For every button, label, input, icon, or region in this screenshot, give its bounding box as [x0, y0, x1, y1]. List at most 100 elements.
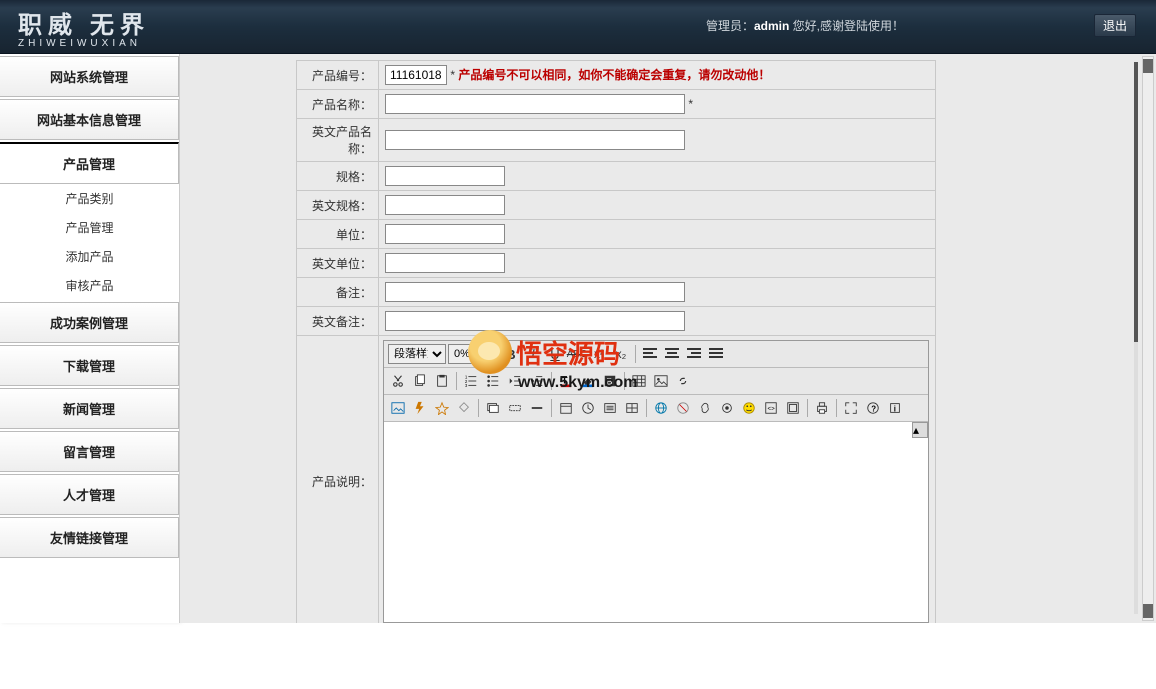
insert-table-button[interactable]: [629, 371, 649, 391]
sidebar: 网站系统管理 网站基本信息管理 产品管理 产品类别 产品管理 添加产品 审核产品…: [0, 54, 180, 623]
print-icon[interactable]: [812, 398, 832, 418]
input-product-no[interactable]: [385, 65, 447, 85]
sidebar-item-news[interactable]: 新闻管理: [0, 388, 179, 429]
anchor-icon[interactable]: [454, 398, 474, 418]
content-spacer: [180, 54, 296, 623]
label-en-spec: 英文规格：: [297, 191, 379, 220]
submenu-product-add[interactable]: 添加产品: [0, 242, 179, 271]
label-product-name: 产品名称：: [297, 90, 379, 119]
editor-zoom-select[interactable]: 0%: [448, 344, 492, 364]
layer-icon[interactable]: [483, 398, 503, 418]
sidebar-item-message[interactable]: 留言管理: [0, 431, 179, 472]
align-center-button[interactable]: [662, 344, 682, 364]
submenu-product-audit[interactable]: 审核产品: [0, 271, 179, 300]
smiley-icon[interactable]: [739, 398, 759, 418]
input-en-spec[interactable]: [385, 195, 505, 215]
input-en-unit[interactable]: [385, 253, 505, 273]
ordered-list-button[interactable]: 123: [461, 371, 481, 391]
label-desc: 产品说明：: [297, 336, 379, 624]
input-unit[interactable]: [385, 224, 505, 244]
submenu-product-category[interactable]: 产品类别: [0, 184, 179, 213]
svg-text:i: i: [894, 405, 896, 414]
web-icon[interactable]: [651, 398, 671, 418]
insert-image-button[interactable]: [651, 371, 671, 391]
about-icon[interactable]: i: [885, 398, 905, 418]
sidebar-item-system[interactable]: 网站系统管理: [0, 56, 179, 97]
content: 产品编号： * 产品编号不可以相同，如你不能确定会重复，请勿改动他！ 产品名称：…: [296, 54, 1156, 623]
align-left-button[interactable]: [640, 344, 660, 364]
italic-button[interactable]: I: [523, 344, 543, 364]
emoticon-icon[interactable]: [622, 398, 642, 418]
media-icon[interactable]: [432, 398, 452, 418]
label-en-remark: 英文备注：: [297, 307, 379, 336]
editor-toolbar-1: 段落样式 0% B I U ABC x² x₂: [384, 341, 928, 368]
superscript-button[interactable]: x²: [589, 344, 609, 364]
paste-button[interactable]: [432, 371, 452, 391]
time-icon[interactable]: [578, 398, 598, 418]
help-icon[interactable]: ?: [863, 398, 883, 418]
copy-button[interactable]: [410, 371, 430, 391]
logo-subtitle: ZHIWEIWUXIAN: [18, 38, 150, 49]
input-en-remark[interactable]: [385, 311, 685, 331]
content-scrollbar[interactable]: [1134, 62, 1138, 614]
editor-para-style-select[interactable]: 段落样式: [388, 344, 446, 364]
subscript-button[interactable]: x₂: [611, 344, 631, 364]
editor-toolbar-2: 123 T B: [384, 368, 928, 395]
cut-button[interactable]: [388, 371, 408, 391]
image-icon[interactable]: [388, 398, 408, 418]
sidebar-item-cases[interactable]: 成功案例管理: [0, 302, 179, 343]
admin-name: admin: [754, 19, 789, 33]
bg-color-button[interactable]: [578, 371, 598, 391]
header-right: 管理员：admin 您好,感谢登陆使用！ 退出: [706, 14, 1136, 37]
outdent-button[interactable]: [505, 371, 525, 391]
special-char-icon[interactable]: [600, 398, 620, 418]
hr-icon[interactable]: [527, 398, 547, 418]
align-justify-button[interactable]: [706, 344, 726, 364]
rich-text-editor: 段落样式 0% B I U ABC x² x₂: [383, 340, 929, 623]
editor-scroll-up[interactable]: ▴: [912, 422, 928, 438]
source-icon[interactable]: <>: [761, 398, 781, 418]
bold-button[interactable]: B: [501, 344, 521, 364]
svg-text:<>: <>: [768, 406, 776, 413]
logo: 职威 无界 ZHIWEIWUXIAN: [0, 5, 150, 49]
main-layout: 网站系统管理 网站基本信息管理 产品管理 产品类别 产品管理 添加产品 审核产品…: [0, 54, 1156, 623]
align-right-button[interactable]: [684, 344, 704, 364]
input-remark[interactable]: [385, 282, 685, 302]
insert-link-button[interactable]: [673, 371, 693, 391]
flash-icon[interactable]: [410, 398, 430, 418]
font-color-button[interactable]: T: [556, 371, 576, 391]
target-icon[interactable]: [717, 398, 737, 418]
logout-button[interactable]: 退出: [1094, 14, 1136, 37]
app-header: 职威 无界 ZHIWEIWUXIAN 管理员：admin 您好,感谢登陆使用！ …: [0, 0, 1156, 54]
sidebar-submenu-product: 产品类别 产品管理 添加产品 审核产品: [0, 184, 179, 300]
sidebar-item-links[interactable]: 友情链接管理: [0, 517, 179, 558]
input-en-product-name[interactable]: [385, 130, 685, 150]
input-spec[interactable]: [385, 166, 505, 186]
sidebar-item-siteinfo[interactable]: 网站基本信息管理: [0, 99, 179, 140]
fullscreen-icon[interactable]: [841, 398, 861, 418]
marquee-icon[interactable]: [505, 398, 525, 418]
submenu-product-manage[interactable]: 产品管理: [0, 213, 179, 242]
unordered-list-button[interactable]: [483, 371, 503, 391]
underline-button[interactable]: U: [545, 344, 565, 364]
preview-icon[interactable]: [783, 398, 803, 418]
editor-textarea[interactable]: ▴: [384, 422, 928, 622]
sidebar-item-hr[interactable]: 人才管理: [0, 474, 179, 515]
date-icon[interactable]: [556, 398, 576, 418]
label-unit: 单位：: [297, 220, 379, 249]
svg-text:3: 3: [465, 383, 468, 388]
page-scrollbar[interactable]: [1142, 56, 1154, 621]
strike-button[interactable]: ABC: [567, 344, 587, 364]
label-remark: 备注：: [297, 278, 379, 307]
hint-product-no: 产品编号不可以相同，如你不能确定会重复，请勿改动他！: [458, 68, 770, 82]
sidebar-item-download[interactable]: 下载管理: [0, 345, 179, 386]
unlink-icon[interactable]: [673, 398, 693, 418]
editor-toolbar-3: <> ? i: [384, 395, 928, 422]
sidebar-item-product[interactable]: 产品管理: [0, 142, 179, 184]
logo-title: 职威 无界: [18, 5, 150, 40]
product-form: 产品编号： * 产品编号不可以相同，如你不能确定会重复，请勿改动他！ 产品名称：…: [296, 60, 936, 623]
input-product-name[interactable]: [385, 94, 685, 114]
highlight-button[interactable]: B: [600, 371, 620, 391]
indent-button[interactable]: [527, 371, 547, 391]
link-icon[interactable]: [695, 398, 715, 418]
